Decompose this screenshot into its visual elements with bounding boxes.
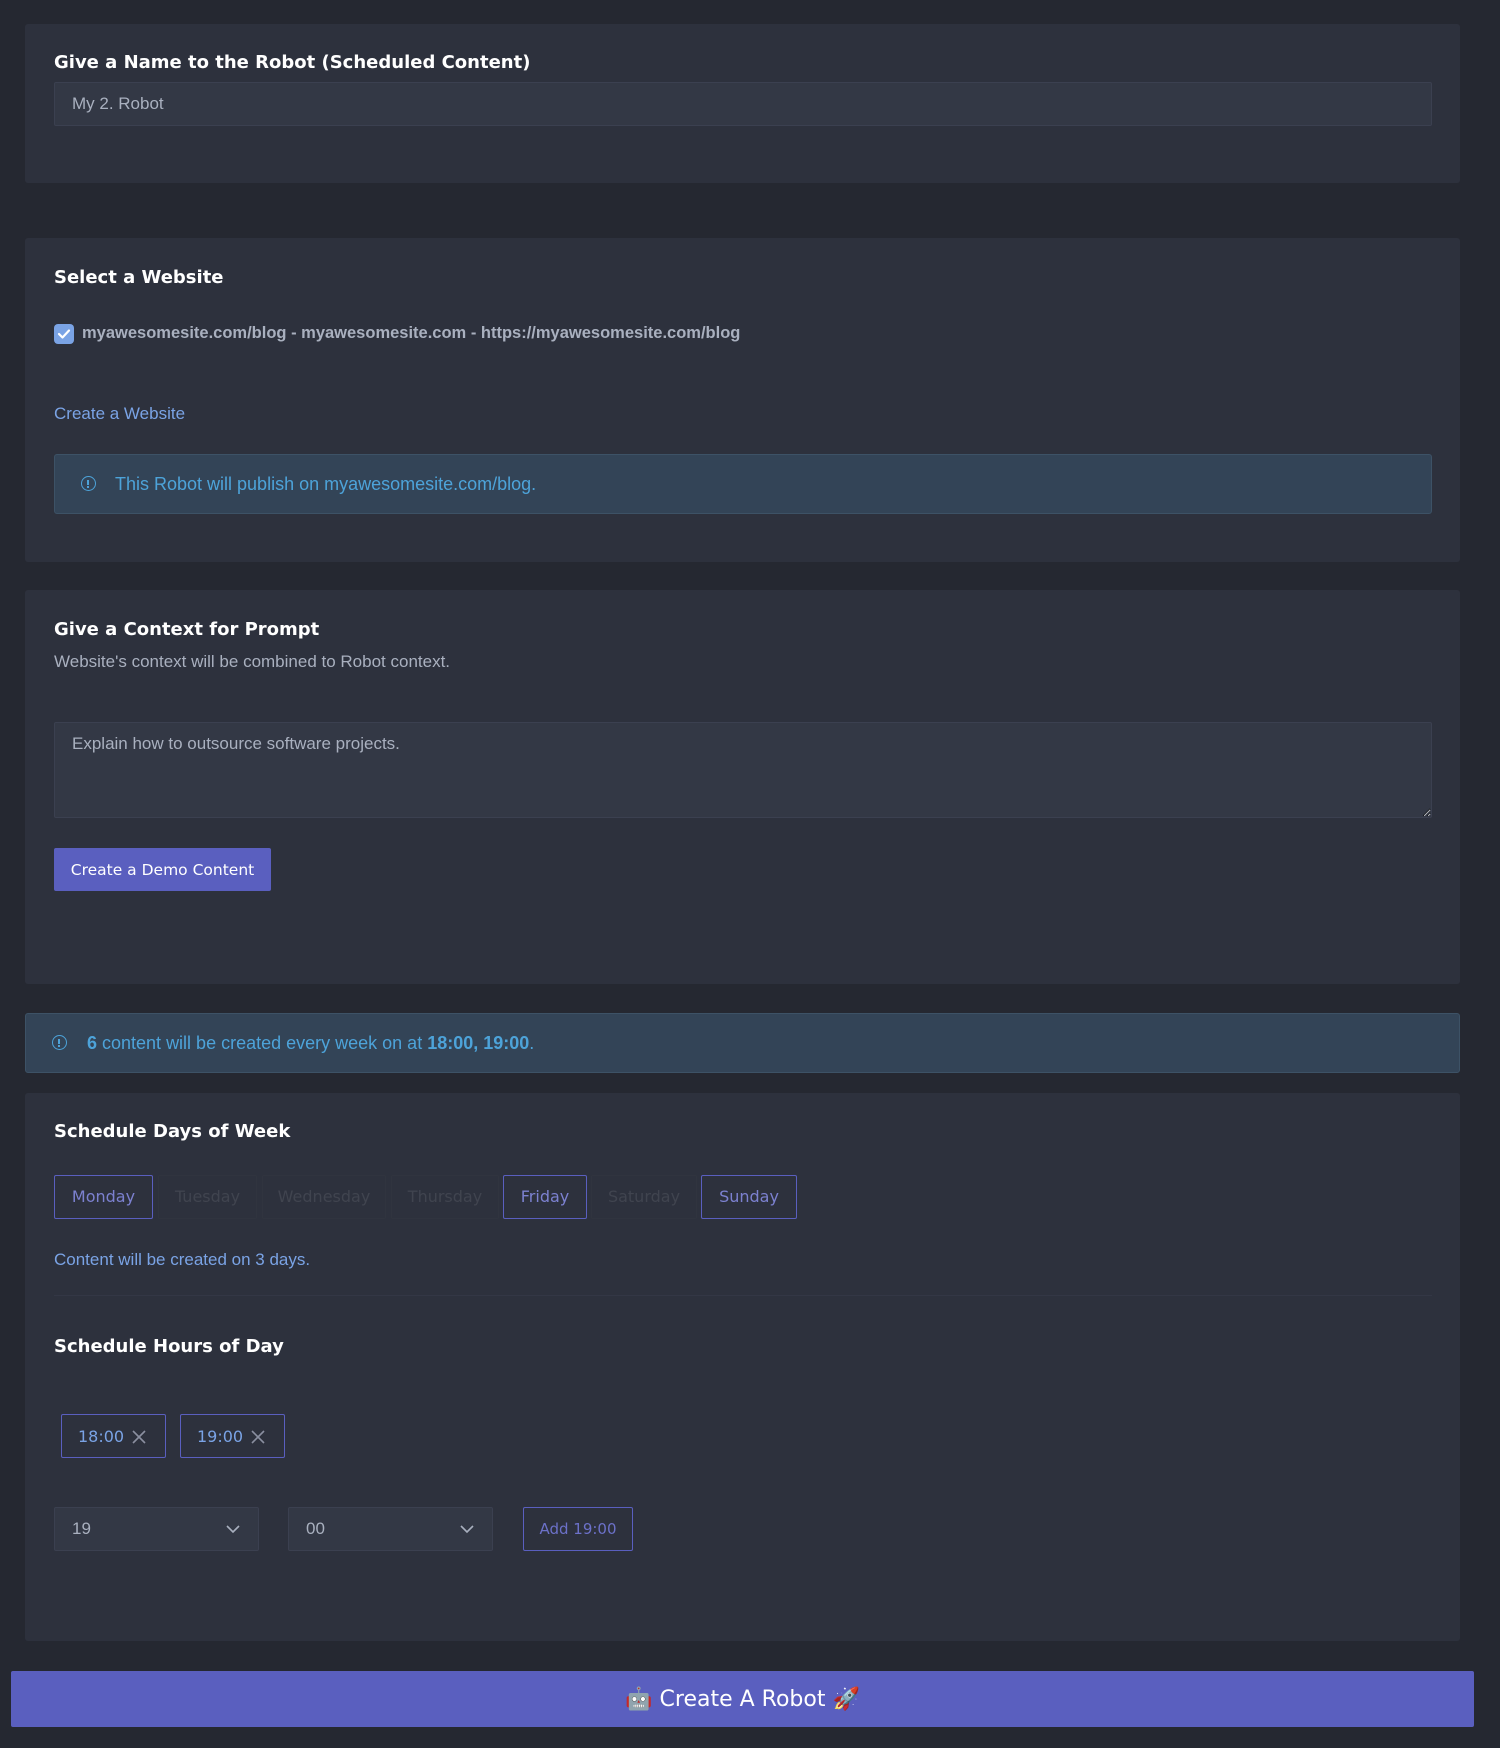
context-textarea[interactable]: Explain how to outsource software projec…: [54, 722, 1432, 818]
summary-end: .: [529, 1033, 535, 1053]
website-section-title: Select a Website: [54, 267, 224, 288]
robot-name-card: Give a Name to the Robot (Scheduled Cont…: [25, 24, 1460, 183]
hours-section-title: Schedule Hours of Day: [54, 1336, 284, 1357]
days-section-title: Schedule Days of Week: [54, 1121, 291, 1142]
chevron-down-icon: [460, 1525, 474, 1534]
close-icon[interactable]: [250, 1429, 266, 1445]
context-subtitle: Website's context will be combined to Ro…: [54, 652, 451, 671]
robot-name-input[interactable]: [54, 82, 1432, 126]
summary-middle: content will be created every week on at: [97, 1033, 428, 1053]
publish-info-text: This Robot will publish on myawesomesite…: [115, 474, 537, 494]
create-website-link[interactable]: Create a Website: [54, 404, 185, 424]
close-icon[interactable]: [131, 1429, 147, 1445]
summary-count: 6: [87, 1033, 98, 1053]
chevron-down-icon: [226, 1525, 240, 1534]
day-button-saturday[interactable]: Saturday: [591, 1175, 697, 1219]
day-button-monday[interactable]: Monday: [54, 1175, 153, 1219]
context-section-title: Give a Context for Prompt: [54, 619, 320, 640]
section-divider: [54, 1295, 1432, 1296]
minute-select[interactable]: 00: [288, 1507, 493, 1551]
publish-info-alert: This Robot will publish on myawesomesite…: [54, 454, 1432, 514]
add-hour-button[interactable]: Add 19:00: [523, 1507, 633, 1551]
robot-name-title: Give a Name to the Robot (Scheduled Cont…: [54, 52, 531, 73]
website-checkbox[interactable]: [54, 324, 74, 344]
schedule-card: Schedule Days of Week Monday Tuesday Wed…: [25, 1093, 1460, 1641]
hour-chip-label: 18:00: [78, 1427, 125, 1446]
hour-chip-label: 19:00: [197, 1427, 244, 1446]
hour-select[interactable]: 19: [54, 1507, 259, 1551]
minute-select-value: 00: [306, 1519, 325, 1538]
day-button-tuesday[interactable]: Tuesday: [158, 1175, 257, 1219]
website-option-label[interactable]: myawesomesite.com/blog - myawesomesite.c…: [82, 324, 740, 343]
summary-times: 18:00, 19:00: [427, 1033, 530, 1053]
info-icon: [52, 1035, 67, 1050]
day-button-wednesday[interactable]: Wednesday: [262, 1175, 386, 1219]
day-button-thursday[interactable]: Thursday: [391, 1175, 499, 1219]
create-demo-content-button[interactable]: Create a Demo Content: [54, 848, 271, 891]
hour-chip: 19:00: [180, 1414, 285, 1458]
info-icon: [81, 476, 96, 491]
day-button-friday[interactable]: Friday: [503, 1175, 587, 1219]
schedule-summary-alert: 6 content will be created every week on …: [25, 1013, 1460, 1073]
hour-chip: 18:00: [61, 1414, 166, 1458]
day-button-sunday[interactable]: Sunday: [701, 1175, 797, 1219]
context-card: Give a Context for Prompt Website's cont…: [25, 590, 1460, 984]
check-icon: [57, 329, 71, 339]
schedule-summary-text: 6 content will be created every week on …: [87, 1033, 534, 1054]
create-robot-button[interactable]: 🤖 Create A Robot 🚀: [11, 1671, 1474, 1727]
website-card: Select a Website myawesomesite.com/blog …: [25, 238, 1460, 562]
days-summary-text: Content will be created on 3 days.: [54, 1250, 311, 1269]
hour-select-value: 19: [72, 1519, 91, 1538]
